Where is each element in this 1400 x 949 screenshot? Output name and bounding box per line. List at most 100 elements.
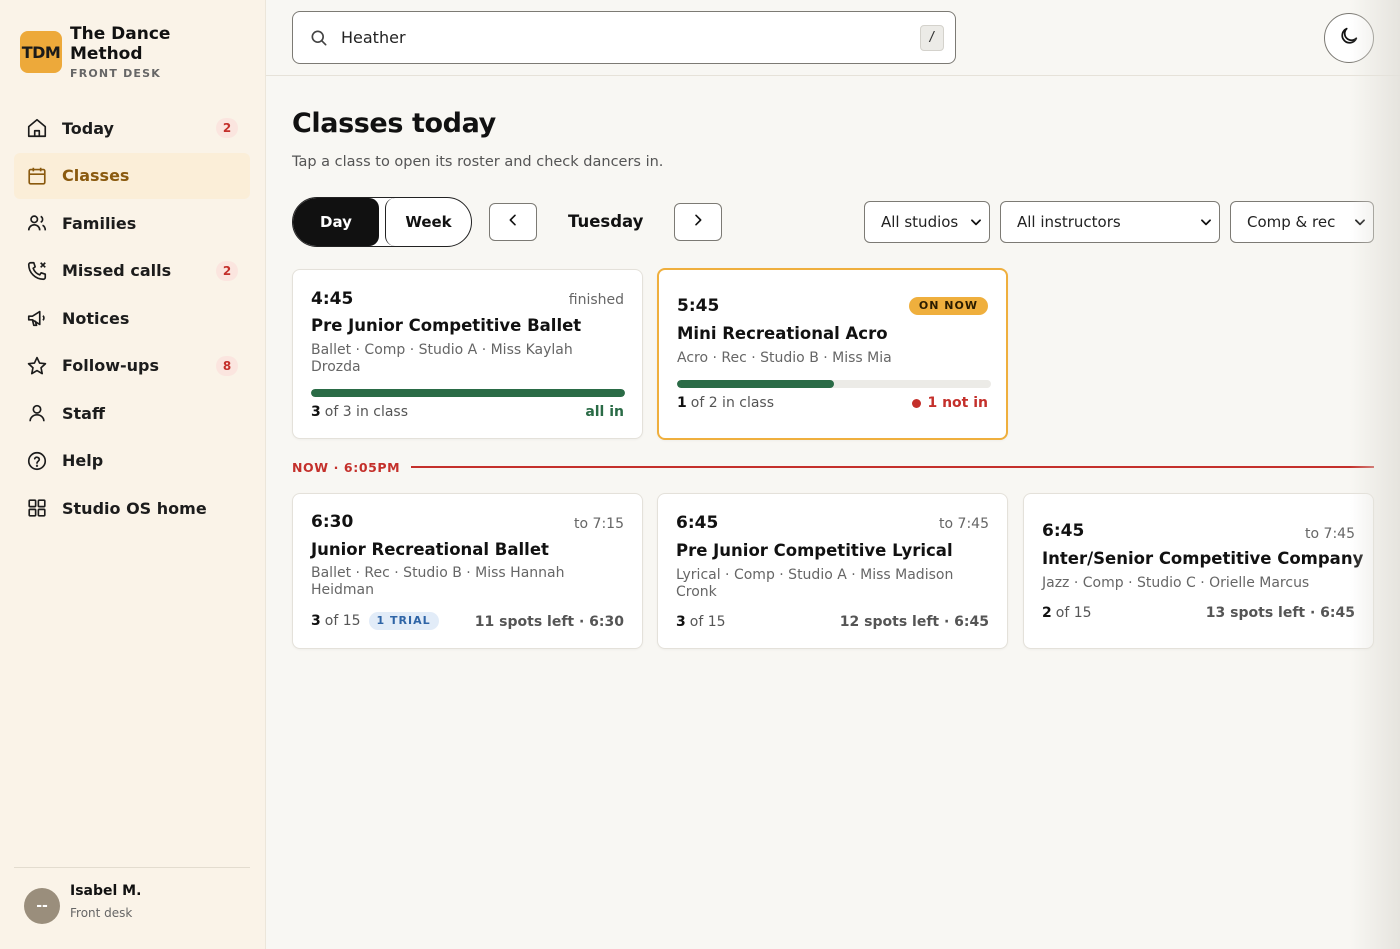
sidebar-nav: Today 2 Classes Families Missed calls 2 …: [14, 105, 250, 533]
brand-subtitle: FRONT DESK: [70, 67, 161, 80]
current-day-label: Tuesday: [568, 212, 644, 231]
now-indicator: NOW · 6:05PM: [292, 460, 1374, 475]
edge-shadow: [1350, 0, 1400, 949]
class-card[interactable]: 6:30 to 7:15 Junior Recreational Ballet …: [292, 493, 643, 649]
next-day-button[interactable]: [674, 203, 722, 241]
on-now-badge: ON NOW: [908, 297, 988, 315]
sidebar-item-label: Help: [62, 451, 104, 470]
chevron-right-icon: [690, 212, 706, 232]
sidebar-item-classes[interactable]: Classes: [14, 152, 250, 199]
class-details: Lyrical · Comp · Studio A · Miss Madison…: [676, 567, 954, 600]
brand[interactable]: TDM The Dance Method FRONT DESK: [20, 24, 200, 80]
sidebar-item-today[interactable]: Today 2: [14, 105, 250, 151]
week-view-button[interactable]: Week: [385, 198, 471, 246]
sidebar-item-families[interactable]: Families: [14, 200, 250, 246]
page-title: Classes today: [292, 108, 496, 139]
class-end-time: to 7:45: [1305, 526, 1355, 542]
level-filter-value: Comp & rec: [1247, 213, 1336, 231]
sidebar-item-notices[interactable]: Notices: [14, 295, 250, 341]
view-toggle: Day Week: [292, 197, 472, 247]
spots-left: 11 spots left · 6:30: [474, 614, 624, 630]
spots-left: 12 spots left · 6:45: [839, 614, 989, 630]
attendance-progress-bar: [311, 389, 625, 397]
class-card[interactable]: 4:45 finished Pre Junior Competitive Bal…: [292, 269, 643, 439]
attendance-count: 3 of 3 in class: [311, 404, 409, 420]
now-time-label: NOW · 6:05PM: [292, 460, 401, 475]
class-details: Ballet · Rec · Studio B · Miss Hannah He…: [311, 565, 565, 598]
person-icon: [26, 402, 48, 424]
class-card[interactable]: 6:45 to 7:45 Pre Junior Competitive Lyri…: [657, 493, 1008, 649]
sidebar-item-help[interactable]: Help: [14, 438, 250, 484]
count-badge: 2: [216, 260, 238, 281]
brand-name: The Dance Method: [70, 24, 171, 64]
chevron-down-icon: [1199, 215, 1213, 229]
sidebar-item-follow-ups[interactable]: Follow-ups 8: [14, 343, 250, 389]
class-name: Junior Recreational Ballet: [311, 540, 549, 559]
search-icon: [309, 28, 329, 48]
class-details: Acro · Rec · Studio B · Miss Mia: [677, 350, 892, 366]
user-profile[interactable]: -- Isabel M. Front desk: [14, 867, 250, 924]
enrollment-count: 3 of 15 1 TRIAL: [311, 612, 439, 630]
spots-left: 13 spots left · 6:45: [1205, 605, 1355, 621]
class-details: Ballet · Comp · Studio A · Miss Kaylah D…: [311, 342, 573, 375]
studio-filter-select[interactable]: All studios: [864, 201, 990, 243]
sidebar-item-label: Missed calls: [62, 261, 172, 280]
progress-fill: [311, 389, 625, 397]
class-time: 6:30: [311, 512, 354, 532]
sidebar-item-label: Studio OS home: [62, 498, 207, 518]
megaphone-icon: [26, 307, 48, 329]
sidebar-item-missed-calls[interactable]: Missed calls 2: [14, 248, 250, 294]
level-filter-select[interactable]: Comp & rec: [1230, 201, 1374, 243]
sidebar-item-label: Staff: [62, 403, 105, 423]
class-time: 6:45: [1042, 521, 1085, 541]
trial-badge: 1 TRIAL: [368, 612, 439, 630]
previous-day-button[interactable]: [489, 203, 537, 241]
class-name: Mini Recreational Acro: [677, 324, 888, 343]
star-icon: [26, 355, 48, 377]
progress-fill: [677, 380, 834, 388]
attendance-count: 1 of 2 in class: [677, 395, 775, 411]
page-subtitle: Tap a class to open its roster and check…: [292, 154, 664, 170]
class-name: Pre Junior Competitive Ballet: [311, 316, 582, 335]
sidebar-item-label: Follow-ups: [62, 356, 160, 375]
class-details: Jazz · Comp · Studio C · Orielle Marcus: [1042, 575, 1310, 591]
help-icon: [26, 450, 48, 472]
families-icon: [26, 212, 48, 234]
sidebar-item-studio-os-home[interactable]: Studio OS home: [14, 485, 250, 531]
count-badge: 2: [216, 118, 238, 138]
class-name: Pre Junior Competitive Lyrical: [676, 541, 953, 560]
sidebar-item-staff[interactable]: Staff: [14, 390, 250, 436]
brand-logo: TDM: [20, 31, 62, 73]
calendar-icon: [26, 165, 48, 187]
enrollment-count: 2 of 15: [1042, 605, 1092, 621]
avatar: --: [24, 888, 60, 924]
instructor-filter-select[interactable]: All instructors: [1000, 201, 1220, 243]
now-rule: [411, 466, 1374, 468]
sidebar: TDM The Dance Method FRONT DESK Today 2 …: [0, 0, 266, 949]
attendance-result: all in: [585, 404, 624, 420]
search-shortcut-key: /: [920, 25, 944, 51]
search-box[interactable]: /: [292, 11, 956, 64]
user-role: Front desk: [70, 906, 133, 920]
instructor-filter-value: All instructors: [1017, 213, 1121, 231]
class-time: 6:45: [676, 513, 719, 533]
studio-filter-value: All studios: [881, 213, 959, 231]
class-card[interactable]: 6:45 to 7:45 Inter/Senior Competitive Co…: [1023, 493, 1374, 649]
class-time: 5:45: [677, 296, 720, 316]
class-status: finished: [568, 292, 624, 308]
alert-dot-icon: [912, 398, 922, 408]
theme-toggle-button[interactable]: [1324, 13, 1374, 63]
class-card-current[interactable]: 5:45 ON NOW Mini Recreational Acro Acro …: [657, 268, 1008, 440]
sidebar-item-label: Today: [62, 118, 114, 138]
class-time: 4:45: [311, 289, 354, 309]
grid-icon: [26, 497, 48, 519]
user-name: Isabel M.: [70, 883, 142, 899]
sidebar-item-label: Families: [62, 213, 137, 233]
sidebar-item-label: Classes: [62, 166, 130, 185]
attendance-result: 1 not in: [912, 395, 988, 411]
count-badge: 8: [216, 355, 238, 376]
class-name: Inter/Senior Competitive Company: [1042, 549, 1364, 568]
search-input[interactable]: [341, 28, 901, 47]
day-view-button[interactable]: Day: [293, 198, 379, 246]
chevron-left-icon: [505, 212, 521, 232]
